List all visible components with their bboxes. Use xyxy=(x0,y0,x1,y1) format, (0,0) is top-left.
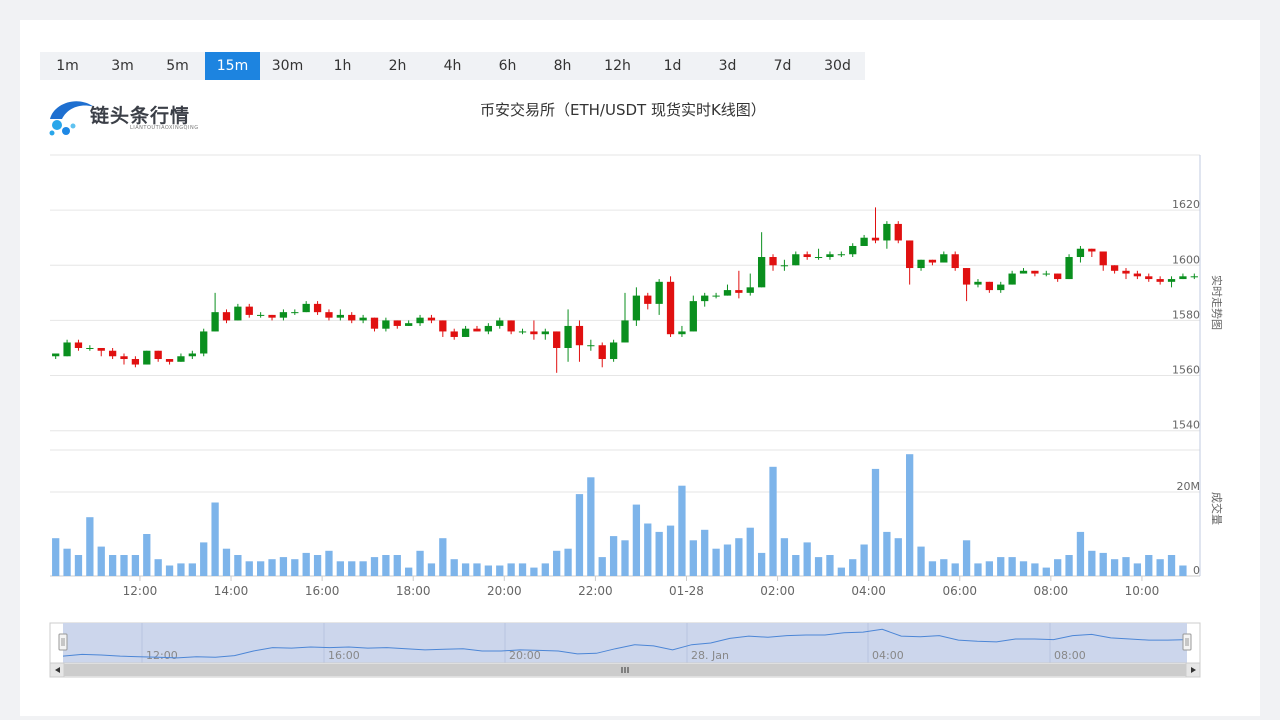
tab-15m[interactable]: 15m xyxy=(205,52,260,80)
scrollbar-thumb[interactable] xyxy=(64,664,1186,676)
tab-7d[interactable]: 7d xyxy=(755,52,810,80)
tab-1h[interactable]: 1h xyxy=(315,52,370,80)
logo-text: 链头条行情 xyxy=(90,105,191,127)
navigator: 12:00 16:00 20:00 28. Jan 04:00 08:00 xyxy=(49,622,1201,664)
tab-6h[interactable]: 6h xyxy=(480,52,535,80)
tab-3m[interactable]: 3m xyxy=(95,52,150,80)
logo: 链头条行情 LIANTOUTIAOXINGQING xyxy=(48,95,218,139)
navigator-selection[interactable] xyxy=(63,623,1187,663)
logo-subtext: LIANTOUTIAOXINGQING xyxy=(130,125,199,131)
scroll-left-button[interactable] xyxy=(49,662,65,678)
tab-8h[interactable]: 8h xyxy=(535,52,590,80)
logo-mark-icon xyxy=(49,101,94,136)
scroll-right-button[interactable] xyxy=(1185,662,1201,678)
tab-4h[interactable]: 4h xyxy=(425,52,480,80)
tab-2h[interactable]: 2h xyxy=(370,52,425,80)
navigator-left-handle[interactable] xyxy=(58,633,68,651)
interval-tabs: 1m 3m 5m 15m 30m 1h 2h 4h 6h 8h 12h 1d 3… xyxy=(40,52,865,80)
chart-title: 币安交易所（ETH/USDT 现货实时K线图） xyxy=(480,101,766,119)
tab-5m[interactable]: 5m xyxy=(150,52,205,80)
tab-12h[interactable]: 12h xyxy=(590,52,645,80)
tab-30d[interactable]: 30d xyxy=(810,52,865,80)
navigator-right-handle[interactable] xyxy=(1182,633,1192,651)
tab-3d[interactable]: 3d xyxy=(700,52,755,80)
scrollbar xyxy=(49,662,1201,678)
tab-1d[interactable]: 1d xyxy=(645,52,700,80)
tab-1m[interactable]: 1m xyxy=(40,52,95,80)
tab-30m[interactable]: 30m xyxy=(260,52,315,80)
